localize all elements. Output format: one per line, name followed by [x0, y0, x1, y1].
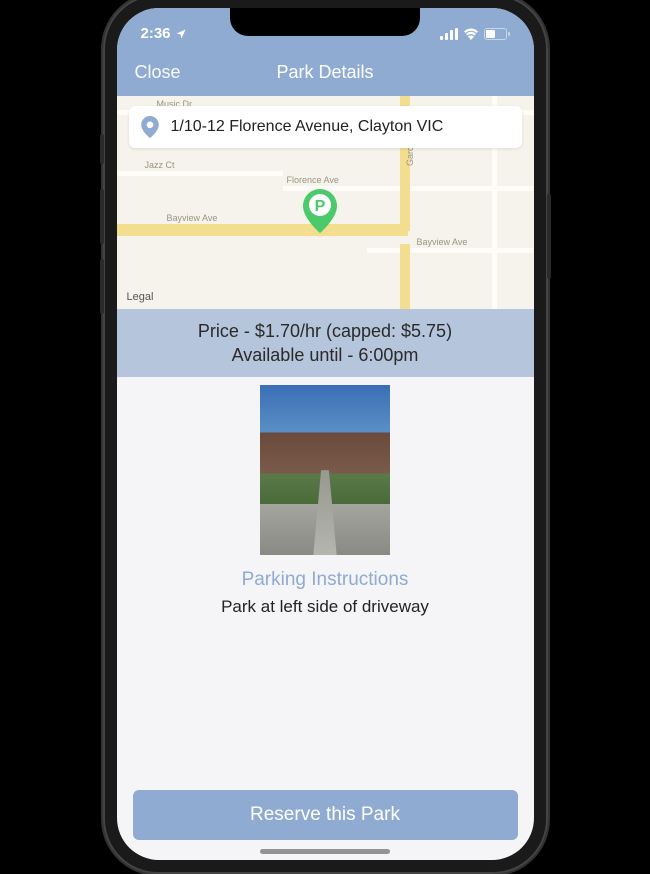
street-label: Jazz Ct	[145, 160, 175, 170]
volume-down-button	[100, 259, 104, 314]
svg-text:P: P	[314, 198, 325, 215]
address-text: 1/10-12 Florence Avenue, Clayton VIC	[171, 118, 444, 136]
price-banner: Price - $1.70/hr (capped: $5.75) Availab…	[117, 309, 534, 378]
parking-pin-icon[interactable]: P	[303, 189, 337, 233]
volume-up-button	[100, 189, 104, 244]
map-view[interactable]: Music Dr Jazz Ct Florence Ave Bayview Av…	[117, 96, 534, 309]
details-section: Parking Instructions Park at left side o…	[117, 377, 534, 617]
navigation-bar: Close Park Details	[117, 50, 534, 96]
street-label: Bayview Ave	[167, 213, 218, 223]
location-arrow-icon	[175, 28, 187, 40]
map-legal-link[interactable]: Legal	[127, 291, 154, 303]
cellular-signal-icon	[440, 28, 458, 40]
address-search-bar[interactable]: 1/10-12 Florence Avenue, Clayton VIC	[129, 106, 522, 148]
phone-frame: 2:36 Close Park Details	[103, 0, 548, 874]
street-label: Florence Ave	[287, 175, 339, 185]
power-button	[547, 194, 551, 279]
instructions-heading: Parking Instructions	[242, 569, 409, 591]
reserve-button[interactable]: Reserve this Park	[133, 790, 518, 840]
street-label: Gard	[405, 145, 415, 165]
location-pin-icon	[141, 116, 159, 138]
phone-notch	[230, 8, 420, 36]
close-button[interactable]: Close	[135, 62, 181, 83]
battery-icon	[484, 28, 510, 40]
availability-text: Available until - 6:00pm	[117, 343, 534, 367]
instructions-text: Park at left side of driveway	[221, 597, 429, 617]
parking-photo[interactable]	[260, 385, 390, 555]
phone-screen: 2:36 Close Park Details	[117, 8, 534, 860]
street-label: Bayview Ave	[417, 237, 468, 247]
status-time: 2:36	[141, 25, 171, 42]
page-title: Park Details	[276, 62, 373, 83]
silent-switch	[100, 134, 104, 164]
price-text: Price - $1.70/hr (capped: $5.75)	[117, 319, 534, 343]
wifi-icon	[463, 28, 479, 40]
home-indicator[interactable]	[260, 849, 390, 854]
